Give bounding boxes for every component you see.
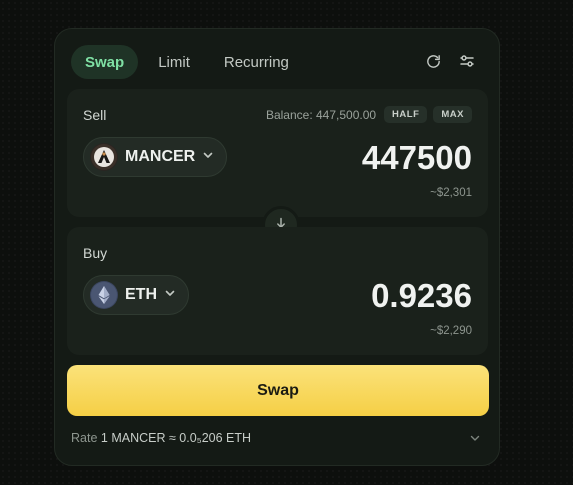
buy-panel: Buy ETH 0.9236 ~$2,290 [67, 227, 488, 355]
tab-swap[interactable]: Swap [71, 45, 139, 79]
rate-value: 1 MANCER ≈ 0.0₅206 ETH [100, 431, 252, 445]
swap-button[interactable]: Swap [67, 365, 489, 416]
buy-fiat-value: ~$2,290 [430, 325, 472, 337]
half-button[interactable]: HALF [384, 106, 428, 123]
mode-tabs: Swap Limit Recurring [71, 45, 309, 79]
buy-token-selector[interactable]: ETH [83, 275, 189, 315]
sell-fiat-value: ~$2,301 [430, 187, 472, 199]
rate-prefix: Rate [71, 431, 98, 445]
eth-token-icon [90, 281, 118, 309]
max-button[interactable]: MAX [433, 106, 472, 123]
chevron-down-icon [202, 148, 214, 166]
sell-amount-input[interactable]: 447500 [362, 139, 472, 177]
buy-token-name: ETH [125, 286, 157, 303]
mancer-token-icon [90, 143, 118, 171]
refresh-icon[interactable] [423, 51, 443, 71]
sell-balance: Balance: 447,500.00 HALF MAX [266, 106, 472, 123]
rate-expand-chevron-icon[interactable] [469, 431, 483, 445]
sell-label: Sell [83, 107, 107, 123]
tab-limit[interactable]: Limit [144, 45, 204, 79]
chevron-down-icon [164, 286, 176, 304]
tab-recurring[interactable]: Recurring [210, 45, 303, 79]
sell-token-selector[interactable]: MANCER [83, 137, 228, 177]
balance-text: Balance: 447,500.00 [265, 107, 377, 122]
toolbar [423, 51, 477, 71]
buy-label: Buy [83, 245, 108, 261]
sliders-icon[interactable] [457, 51, 477, 71]
sell-panel: Sell Balance: 447,500.00 HALF MAX MANCER… [67, 89, 488, 217]
sell-token-name: MANCER [125, 148, 196, 165]
swap-widget: Swap Limit Recurring Sell Balance: 447,5… [54, 28, 500, 466]
exchange-rate: Rate 1 MANCER ≈ 0.0₅206 ETH [71, 431, 251, 445]
buy-amount-output: 0.9236 [371, 277, 472, 314]
